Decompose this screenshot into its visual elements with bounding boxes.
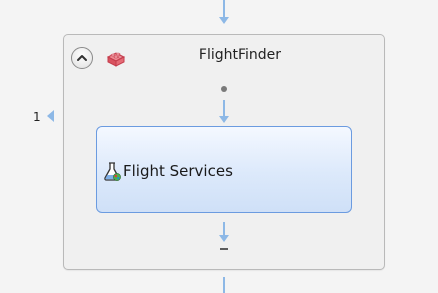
iteration-number: 1	[33, 110, 41, 124]
group-title: FlightFinder	[198, 47, 282, 63]
step-label: Flight Services	[123, 162, 233, 180]
brick-icon	[106, 52, 126, 67]
iteration-arrow-icon[interactable]	[47, 110, 54, 122]
flask-icon	[104, 162, 121, 181]
chevron-up-icon	[77, 55, 87, 61]
flow-canvas: FlightFinder 1 Flight Services	[0, 0, 438, 293]
start-node	[221, 86, 227, 92]
end-node	[220, 248, 228, 250]
collapse-button[interactable]	[71, 47, 93, 69]
